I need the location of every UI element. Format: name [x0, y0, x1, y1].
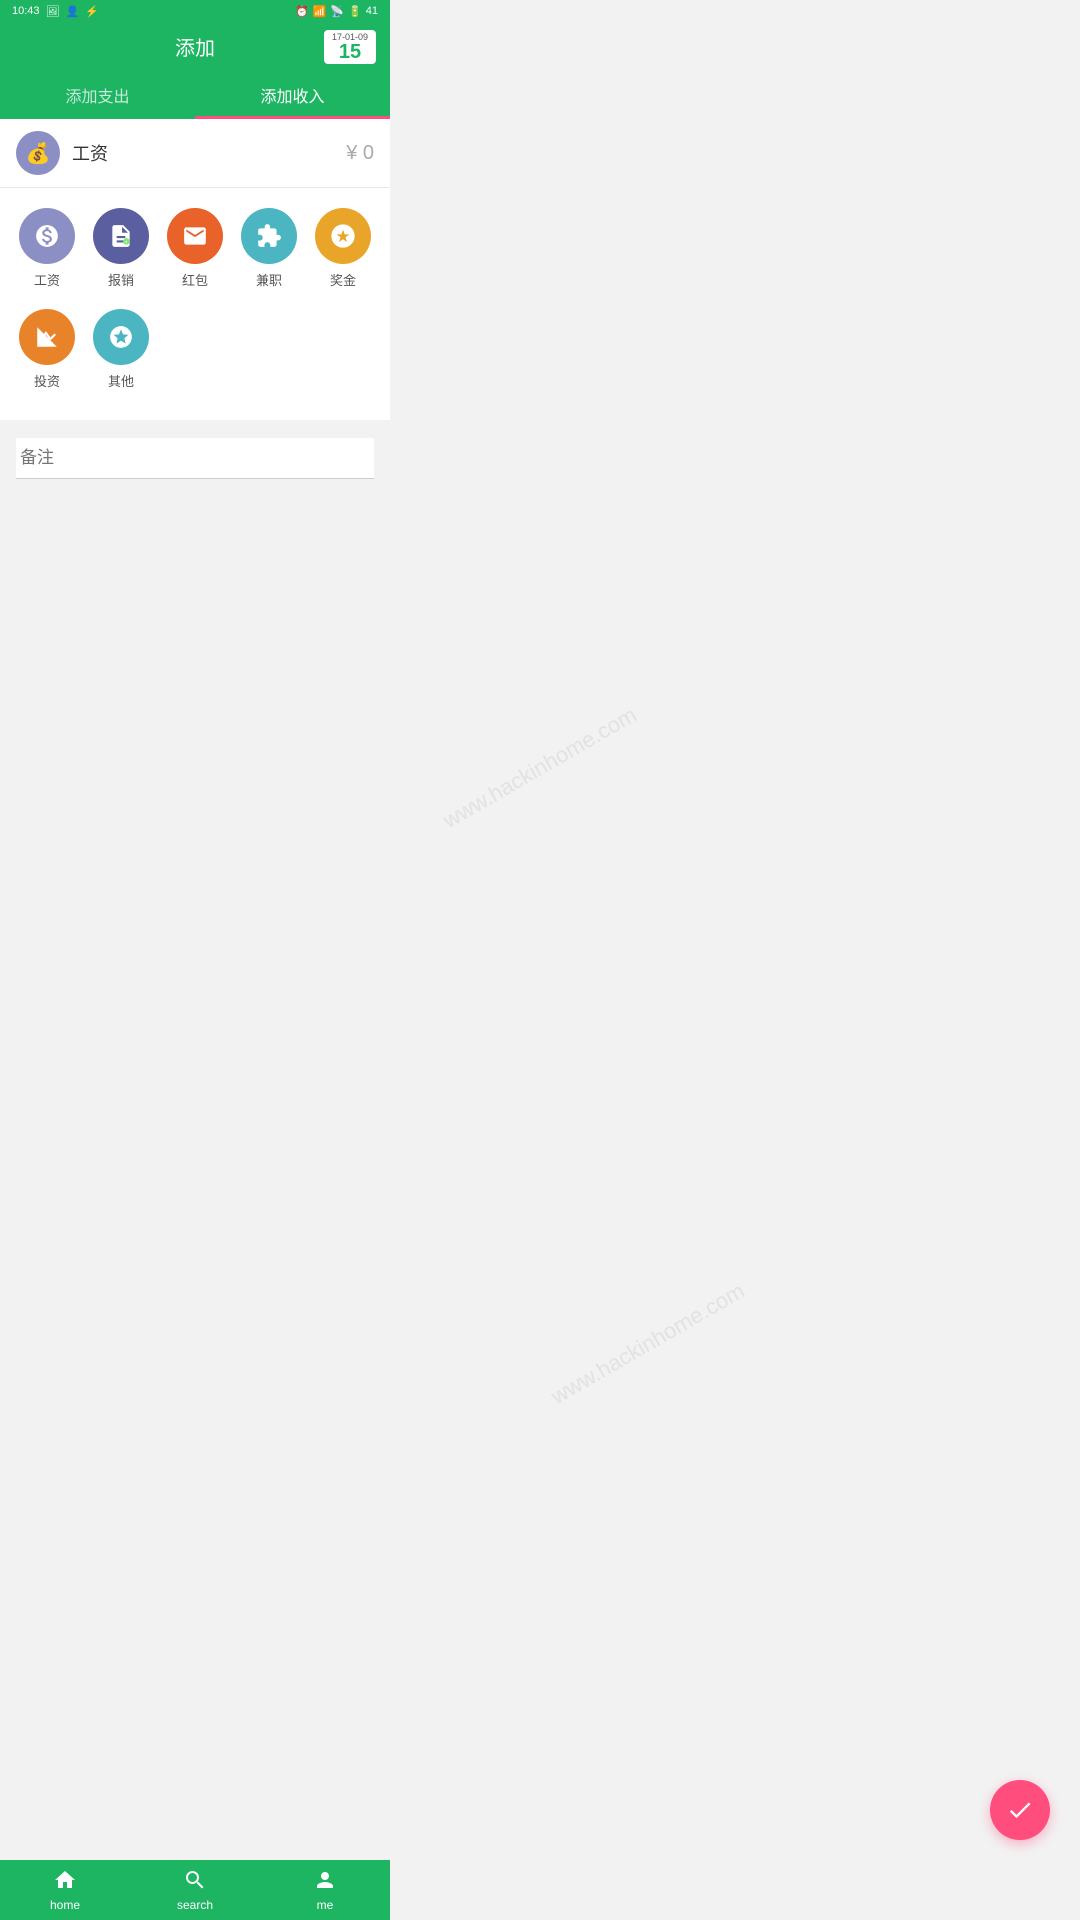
home-icon — [53, 1868, 77, 1896]
watermark2: www.hackinhome.com — [547, 1278, 750, 1410]
category-parttime-icon — [241, 208, 297, 264]
category-bonus-label: 奖金 — [330, 270, 356, 289]
status-time: 10:43 — [12, 5, 40, 17]
me-icon — [313, 1868, 337, 1896]
note-section — [16, 438, 374, 479]
category-other[interactable]: 其他 — [84, 309, 158, 390]
category-reimbursement[interactable]: 报销 — [84, 208, 158, 289]
selected-category-row: 💰 工资 ¥ 0 — [0, 119, 390, 188]
category-redpacket-label: 红包 — [182, 270, 208, 289]
category-invest[interactable]: 投资 — [10, 309, 84, 390]
status-icon-signal: 📡 — [330, 5, 344, 18]
status-left: 10:43 🖼 👤 ⚡ — [12, 5, 99, 18]
nav-home-label: home — [50, 1898, 80, 1912]
nav-home[interactable]: home — [0, 1860, 130, 1920]
category-redpacket[interactable]: 红包 — [158, 208, 232, 289]
category-bonus-icon — [315, 208, 371, 264]
status-right: ⏰ 📶 📡 🔋 41 — [295, 5, 378, 18]
header: 添加 17-01-09 15 — [0, 22, 390, 71]
category-salary-label: 工资 — [34, 270, 60, 289]
category-invest-icon — [19, 309, 75, 365]
category-grid: 工资 报销 红包 兼职 奖金 投资 其他 — [0, 188, 390, 420]
nav-me-label: me — [317, 1898, 334, 1912]
watermark: www.hackinhome.com — [439, 702, 642, 834]
status-icon-people: 👤 — [66, 5, 80, 18]
selected-category-name: 工资 — [72, 140, 346, 166]
category-bonus[interactable]: 奖金 — [306, 208, 380, 289]
status-icon-wifi: 📶 — [313, 5, 327, 18]
category-redpacket-icon — [167, 208, 223, 264]
nav-search-label: search — [177, 1898, 213, 1912]
category-parttime-label: 兼职 — [256, 270, 282, 289]
status-bar: 10:43 🖼 👤 ⚡ ⏰ 📶 📡 🔋 41 — [0, 0, 390, 22]
confirm-fab[interactable] — [990, 1780, 1050, 1840]
header-date-day: 15 — [330, 42, 370, 62]
nav-me[interactable]: me — [260, 1860, 390, 1920]
category-parttime[interactable]: 兼职 — [232, 208, 306, 289]
category-invest-label: 投资 — [34, 371, 60, 390]
selected-amount: ¥ 0 — [346, 142, 374, 165]
status-icon-battery: 🔋 — [348, 5, 362, 18]
category-other-label: 其他 — [108, 371, 134, 390]
category-salary-icon — [19, 208, 75, 264]
category-reimbursement-icon — [93, 208, 149, 264]
category-reimbursement-label: 报销 — [108, 270, 134, 289]
category-other-icon — [93, 309, 149, 365]
status-icon-gallery: 🖼 — [46, 5, 60, 18]
bottom-nav: home search me — [0, 1860, 390, 1920]
note-input[interactable] — [16, 448, 374, 479]
status-icon-clock: ⏰ — [295, 5, 309, 18]
header-date: 17-01-09 15 — [324, 30, 376, 64]
search-icon — [183, 1868, 207, 1896]
selected-category-icon: 💰 — [16, 131, 60, 175]
tab-expense[interactable]: 添加支出 — [0, 71, 195, 119]
nav-search[interactable]: search — [130, 1860, 260, 1920]
tabs-bar: 添加支出 添加收入 — [0, 71, 390, 119]
tab-income[interactable]: 添加收入 — [195, 71, 390, 119]
status-battery-pct: 41 — [366, 5, 378, 17]
category-salary[interactable]: 工资 — [10, 208, 84, 289]
status-icon-usb: ⚡ — [85, 5, 99, 18]
